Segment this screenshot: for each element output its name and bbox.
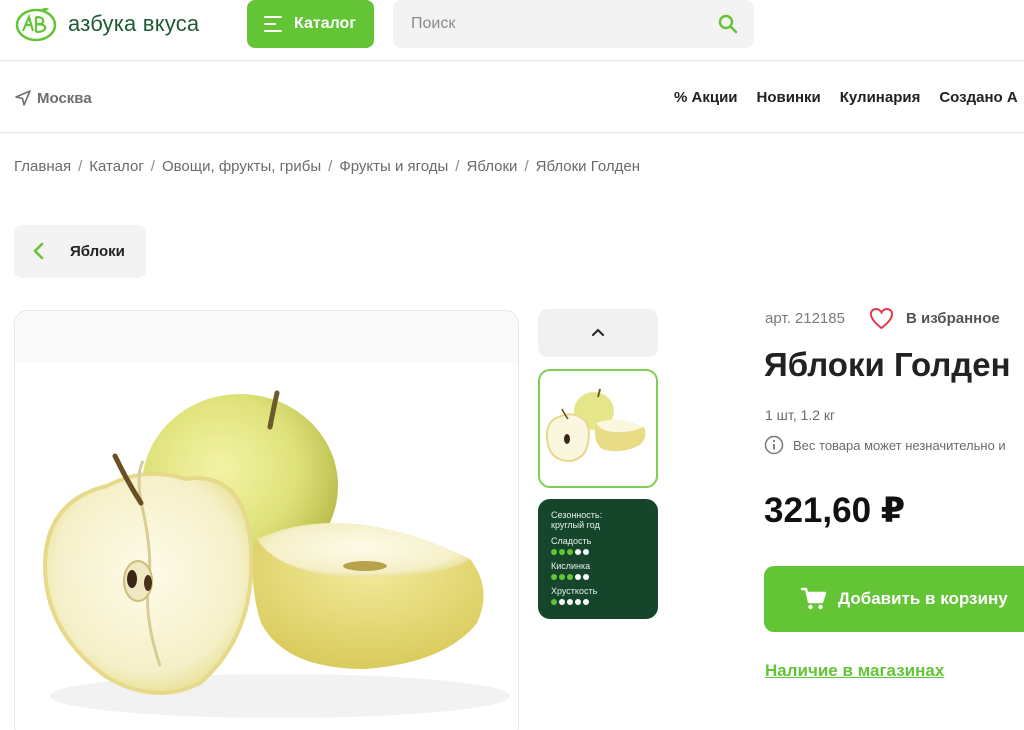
main-product-image[interactable] xyxy=(14,310,519,730)
breadcrumb: Главная / Каталог / Овощи, фрукты, грибы / Фру… xyxy=(14,158,640,175)
nav-link-new[interactable]: Новинки xyxy=(757,89,821,106)
product-price: 321,60 ₽ xyxy=(764,491,906,530)
gallery-up-button[interactable] xyxy=(538,309,658,357)
level-dot-empty xyxy=(583,599,589,605)
level-dot-filled xyxy=(559,574,565,580)
level-dot-empty xyxy=(575,574,581,580)
back-button[interactable]: Яблоки xyxy=(14,225,146,278)
weight-notice: Вес товара может незначительно и xyxy=(764,435,1006,455)
golden-apples-photo xyxy=(42,390,510,718)
level-dot-empty xyxy=(583,574,589,580)
search-box xyxy=(393,0,754,48)
level-dot-filled xyxy=(551,574,557,580)
back-button-label: Яблоки xyxy=(70,243,125,260)
breadcrumb-separator: / xyxy=(524,158,529,175)
breadcrumb-separator: / xyxy=(328,158,333,175)
menu-icon xyxy=(264,16,282,32)
breadcrumb-separator: / xyxy=(78,158,83,175)
heart-icon xyxy=(869,307,894,330)
level-dot-empty xyxy=(559,599,565,605)
logo-text: азбука вкуса xyxy=(68,11,200,36)
article-number: арт. 212185 xyxy=(765,310,845,327)
acidity-dots xyxy=(551,574,591,580)
level-dot-empty xyxy=(575,549,581,555)
nav-link-created[interactable]: Создано А xyxy=(939,89,1017,106)
thumbnail-apples[interactable] xyxy=(538,369,658,488)
level-dot-filled xyxy=(559,549,565,555)
catalog-button[interactable]: Каталог xyxy=(247,0,374,48)
city-label: Москва xyxy=(37,89,92,107)
catalog-label: Каталог xyxy=(294,15,356,32)
level-dot-filled xyxy=(551,599,557,605)
add-to-cart-button[interactable]: Добавить в корзину xyxy=(764,566,1024,632)
search-input[interactable] xyxy=(393,0,713,48)
chevron-left-icon xyxy=(33,242,44,260)
level-dot-empty xyxy=(575,599,581,605)
breadcrumb-current: Яблоки Голден xyxy=(535,158,640,175)
breadcrumb-item[interactable]: Фрукты и ягоды xyxy=(339,158,448,175)
thumbnail-characteristics[interactable]: Сезонность: круглый год Сладость Кислинк… xyxy=(538,499,658,619)
breadcrumb-separator: / xyxy=(455,158,460,175)
breadcrumb-item[interactable]: Овощи, фрукты, грибы xyxy=(162,158,321,175)
logo[interactable]: азбука вкуса xyxy=(14,5,199,43)
acidity-label: Кислинка xyxy=(551,561,591,571)
city-selector[interactable]: Москва xyxy=(14,89,92,107)
product-title: Яблоки Голден xyxy=(764,346,1011,383)
nav-links: % Акции Новинки Кулинария Создано А xyxy=(674,89,1024,106)
level-dot-filled xyxy=(567,549,573,555)
nav-link-sales[interactable]: % Акции xyxy=(674,89,738,106)
nav-link-cooking[interactable]: Кулинария xyxy=(840,89,921,106)
weight-notice-text: Вес товара может незначительно и xyxy=(793,437,1006,453)
level-dot-empty xyxy=(583,549,589,555)
breadcrumb-item[interactable]: Каталог xyxy=(89,158,144,175)
logo-icon xyxy=(15,7,57,42)
favorite-button[interactable]: В избранное xyxy=(869,307,1000,330)
sweetness-dots xyxy=(551,549,591,555)
breadcrumb-item[interactable]: Яблоки xyxy=(466,158,517,175)
crunch-dots xyxy=(551,599,591,605)
search-icon[interactable] xyxy=(718,14,738,34)
crunch-label: Хрусткость xyxy=(551,586,598,596)
seasonality-label: Сезонность: xyxy=(551,510,603,520)
top-header: азбука вкуса Каталог xyxy=(0,0,1024,61)
location-arrow-icon xyxy=(15,90,31,106)
add-to-cart-label: Добавить в корзину xyxy=(838,589,1008,608)
golden-apples-thumbnail xyxy=(545,388,646,463)
nav-bar: Москва % Акции Новинки Кулинария Создано… xyxy=(0,61,1024,133)
cart-icon xyxy=(801,587,827,610)
seasonality-value: круглый год xyxy=(551,520,600,530)
level-dot-filled xyxy=(567,574,573,580)
level-dot-empty xyxy=(567,599,573,605)
favorite-label: В избранное xyxy=(906,310,1000,327)
level-dot-filled xyxy=(551,549,557,555)
chevron-up-icon xyxy=(592,328,604,336)
sweetness-label: Сладость xyxy=(551,536,592,546)
stores-availability-link[interactable]: Наличие в магазинах xyxy=(765,661,944,681)
product-page: азбука вкуса Каталог Москва % Акции Нов xyxy=(0,0,1024,730)
breadcrumb-item[interactable]: Главная xyxy=(14,158,71,175)
info-icon[interactable] xyxy=(764,435,784,455)
breadcrumb-separator: / xyxy=(150,158,155,175)
product-weight: 1 шт, 1.2 кг xyxy=(765,407,836,423)
